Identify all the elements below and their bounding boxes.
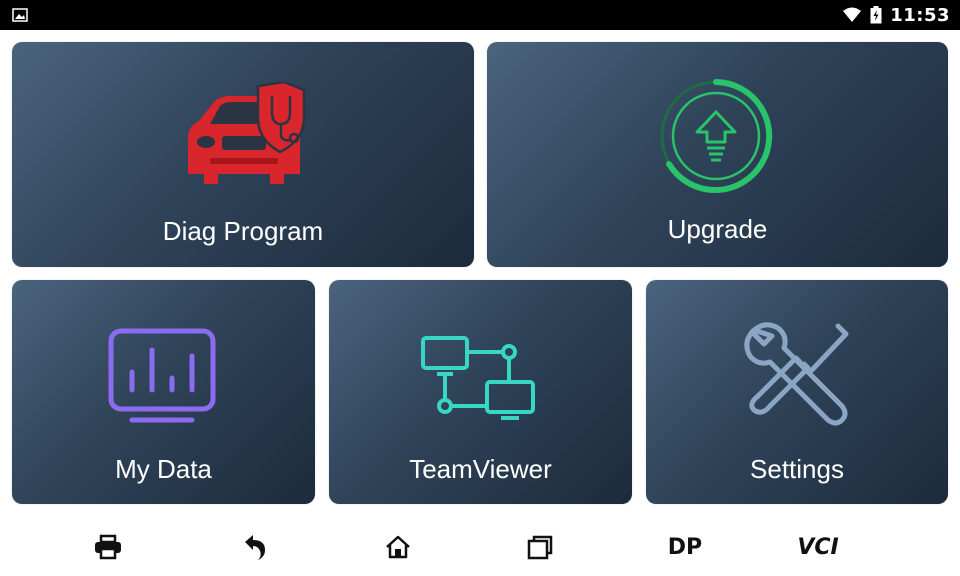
- vci-label: VCI: [797, 534, 839, 560]
- upgrade-tile[interactable]: Upgrade: [487, 42, 948, 267]
- diag-program-label: Diag Program: [162, 216, 324, 246]
- status-bar: 11:53: [0, 0, 960, 30]
- upgrade-label: Upgrade: [667, 214, 768, 244]
- navigation-bar: DP VCI: [0, 518, 960, 576]
- vci-button[interactable]: VCI: [790, 532, 846, 562]
- print-icon: [95, 534, 121, 560]
- network-computers-icon: [421, 336, 535, 420]
- teamviewer-label: TeamViewer: [409, 454, 552, 484]
- wifi-icon: [843, 7, 862, 22]
- upgrade-arrow-icon: [660, 79, 773, 193]
- wrench-screwdriver-icon: [744, 322, 849, 426]
- data-monitor-icon: [108, 328, 216, 423]
- back-icon: [245, 535, 265, 560]
- my-data-label: My Data: [115, 454, 212, 484]
- home-button[interactable]: [380, 532, 416, 562]
- print-button[interactable]: [90, 532, 126, 562]
- image-notification-icon: [12, 8, 28, 22]
- settings-label: Settings: [750, 454, 844, 484]
- settings-tile[interactable]: Settings: [646, 280, 948, 504]
- status-time: 11:53: [890, 4, 950, 26]
- back-button[interactable]: [236, 532, 272, 562]
- recent-apps-icon: [527, 535, 553, 560]
- my-data-tile[interactable]: My Data: [12, 280, 315, 504]
- home-icon: [386, 535, 410, 559]
- battery-icon: [870, 6, 882, 24]
- recent-apps-button[interactable]: [522, 532, 558, 562]
- status-bar-right: 11:53: [842, 0, 950, 30]
- teamviewer-tile[interactable]: TeamViewer: [329, 280, 632, 504]
- dp-button[interactable]: DP: [660, 532, 710, 562]
- launcher-grid: Diag Program Upgrade My Data TeamViewer …: [0, 30, 960, 518]
- car-diagnosis-icon: [188, 82, 306, 184]
- dp-label: DP: [667, 534, 703, 560]
- diag-program-tile[interactable]: Diag Program: [12, 42, 474, 267]
